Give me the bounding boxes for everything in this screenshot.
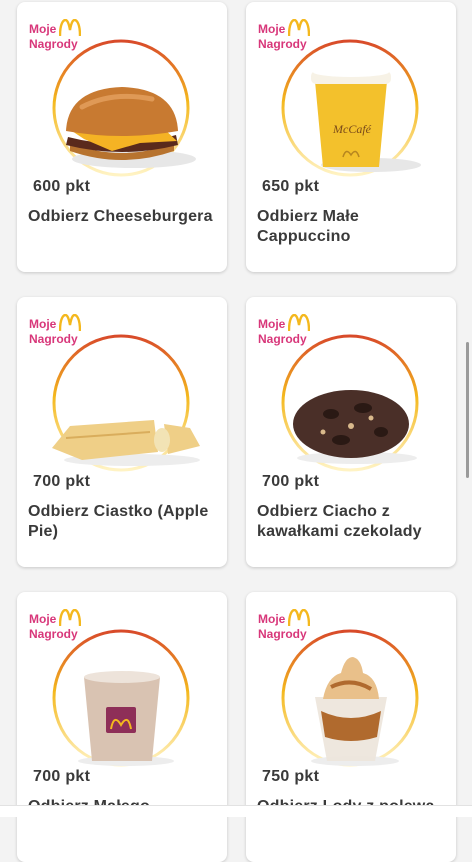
badge-line1: Moje [29, 22, 57, 36]
reward-points: 750 pkt [262, 768, 320, 785]
reward-card-cappuccino[interactable]: Moje Nagrody McCafé 650 pkt Odbierz Małe… [246, 2, 456, 272]
reward-name: Odbierz Małe Cappuccino [257, 208, 359, 245]
golden-arches-icon [59, 609, 81, 627]
golden-arches-icon [59, 314, 81, 332]
reward-points: 650 pkt [262, 178, 320, 195]
golden-arches-icon [288, 19, 310, 37]
reward-name: Odbierz Ciastko (Apple Pie) [28, 503, 209, 540]
reward-card-cookie[interactable]: Moje Nagrody 700 pkt Odbierz Ciacho z ka… [246, 297, 456, 567]
bottom-bar [0, 805, 472, 817]
apple-pie-image [52, 420, 200, 466]
reward-points: 700 pkt [262, 473, 320, 490]
reward-card-sundae[interactable]: Moje Nagrody 750 pkt Odbierz Lody z pole… [246, 592, 456, 862]
reward-name: Odbierz Cheeseburgera [28, 208, 213, 225]
mccafe-cup-image: McCafé [311, 67, 421, 172]
golden-arches-icon [59, 19, 81, 37]
reward-card-cheeseburger[interactable]: Moje Nagrody 600 pkt Odbierz Cheeseburge… [17, 2, 227, 272]
reward-points: 700 pkt [33, 768, 91, 785]
rewards-grid: Moje Nagrody 600 pkt Odbierz Cheeseburge… [0, 0, 472, 862]
badge-line1: Moje [258, 317, 286, 331]
badge-line1: Moje [29, 612, 57, 626]
sundae-image [311, 657, 399, 766]
badge-line1: Moje [258, 22, 286, 36]
reward-points: 600 pkt [33, 178, 91, 195]
badge-line1: Moje [258, 612, 286, 626]
golden-arches-icon [288, 609, 310, 627]
cheeseburger-image [66, 87, 196, 168]
golden-arches-icon [288, 314, 310, 332]
scrollbar[interactable] [466, 342, 469, 478]
cookie-image [293, 390, 417, 464]
svg-text:McCafé: McCafé [332, 122, 372, 136]
badge-line1: Moje [29, 317, 57, 331]
reward-card-apple-pie[interactable]: Moje Nagrody 700 pkt Odbierz Ciastko (Ap… [17, 297, 227, 567]
milkshake-image [78, 671, 174, 766]
reward-points: 700 pkt [33, 473, 91, 490]
reward-name: Odbierz Ciacho z kawałkami czekolady [257, 503, 422, 540]
reward-card-milkshake[interactable]: Moje Nagrody 700 pkt Odbierz Małego [17, 592, 227, 862]
